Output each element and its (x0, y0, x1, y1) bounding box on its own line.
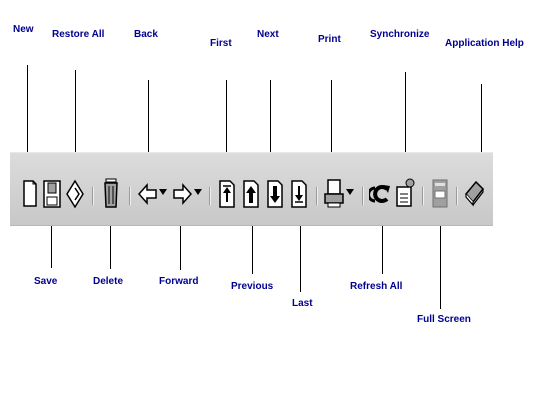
label-back: Back (134, 29, 158, 40)
label-last: Last (292, 298, 313, 309)
label-refresh-all: Refresh All (350, 281, 403, 292)
label-previous: Previous (231, 281, 274, 292)
leader-line-full-screen (440, 214, 441, 309)
synchronize-icon (396, 178, 415, 207)
leader-line-back (148, 80, 149, 160)
print-button[interactable] (322, 161, 346, 217)
toolbar-separator (422, 187, 424, 205)
restore-all-icon (66, 179, 84, 209)
label-restore-all: Restore All (52, 29, 105, 40)
next-page-icon (267, 180, 283, 208)
label-next: Next (257, 29, 279, 40)
label-first: First (210, 38, 232, 49)
dropdown-arrow-icon (159, 189, 167, 195)
label-application-help: Application Help (445, 38, 524, 49)
label-synchronize: Synchronize (370, 29, 430, 40)
last-button[interactable] (287, 161, 311, 217)
back-dropdown[interactable] (158, 161, 168, 217)
label-forward: Forward (159, 276, 199, 287)
new-button[interactable] (18, 161, 42, 217)
first-button[interactable] (215, 161, 239, 217)
label-save: Save (34, 276, 58, 287)
leader-line-new (27, 65, 28, 160)
toolbar-separator (362, 187, 364, 205)
dropdown-arrow-icon (194, 189, 202, 195)
leader-line-first (226, 80, 227, 160)
printer-icon (324, 179, 344, 208)
toolbar-separator (316, 187, 318, 205)
annotated-toolbar-figure: New Restore All Back First Next Print Sy… (0, 0, 540, 405)
new-document-icon (23, 180, 37, 207)
toolbar-separator (209, 187, 211, 205)
help-book-icon (465, 180, 484, 207)
full-screen-button[interactable] (428, 161, 452, 217)
synchronize-button[interactable] (393, 161, 417, 217)
save-icon (43, 180, 61, 208)
forward-button[interactable] (170, 161, 194, 217)
restore-all-button[interactable] (63, 161, 87, 217)
forward-dropdown[interactable] (193, 161, 203, 217)
toolbar-separator (129, 187, 131, 205)
label-full-screen: Full Screen (417, 314, 471, 325)
toolbar-separator (456, 187, 458, 205)
application-help-button[interactable] (462, 161, 486, 217)
back-arrow-icon (137, 183, 157, 205)
first-page-icon (219, 180, 235, 208)
previous-button[interactable] (239, 161, 263, 217)
refresh-icon (369, 185, 390, 203)
leader-line-print (331, 80, 332, 160)
next-button[interactable] (263, 161, 287, 217)
label-delete: Delete (93, 276, 124, 287)
leader-line-synchronize (405, 72, 406, 160)
leader-line-next (270, 80, 271, 160)
dropdown-arrow-icon (346, 189, 354, 195)
toolbar-separator (92, 187, 94, 205)
last-page-icon (291, 180, 307, 208)
forward-arrow-icon (173, 183, 193, 205)
full-screen-icon (432, 179, 448, 208)
label-new: New (13, 24, 34, 35)
back-button[interactable] (136, 161, 160, 217)
delete-button[interactable] (99, 161, 123, 217)
previous-page-icon (243, 180, 259, 208)
label-print: Print (318, 34, 341, 45)
toolbar (10, 152, 493, 226)
save-button[interactable] (40, 161, 64, 217)
trash-icon (104, 178, 118, 208)
leader-line-application-help (481, 84, 482, 160)
refresh-all-button[interactable] (369, 161, 393, 217)
leader-line-restore-all (75, 70, 76, 160)
print-dropdown[interactable] (345, 161, 355, 217)
